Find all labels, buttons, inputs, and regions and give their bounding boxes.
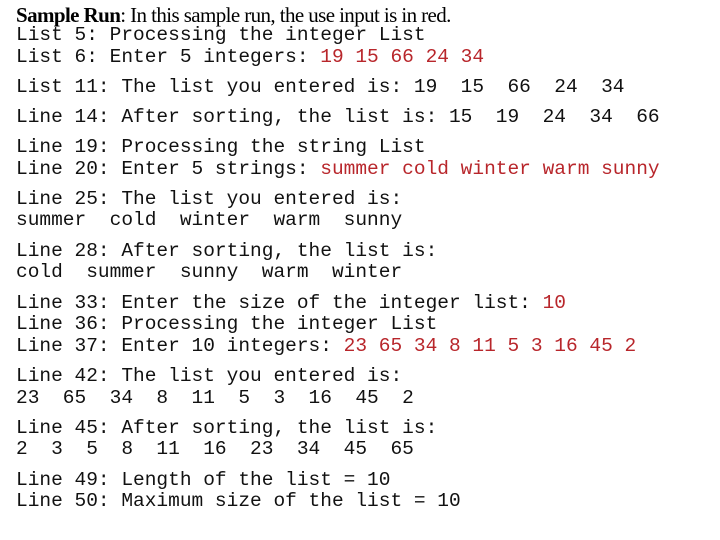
- output-line: Line 50: Maximum size of the list = 10: [16, 490, 461, 512]
- output-line: Line 25: The list you entered is:: [16, 188, 402, 210]
- output-text: List 11: The list you entered is: 19 15 …: [16, 76, 625, 98]
- output-line: Line 33: Enter the size of the integer l…: [16, 292, 566, 314]
- output-line: 2 3 5 8 11 16 23 34 45 65: [16, 438, 414, 460]
- output-text: Line 28: After sorting, the list is:: [16, 240, 438, 262]
- output-line: Line 45: After sorting, the list is:: [16, 417, 437, 439]
- output-line: Line 14: After sorting, the list is: 15 …: [16, 106, 660, 128]
- output-line: Line 19: Processing the string List: [16, 136, 426, 158]
- user-input: 23 65 34 8 11 5 3 16 45 2: [343, 335, 637, 357]
- output-text: summer cold winter warm sunny: [16, 209, 403, 231]
- output-line: Line 42: The list you entered is:: [16, 365, 402, 387]
- output-text: Line 33: Enter the size of the integer l…: [16, 292, 543, 314]
- output-line: Line 36: Processing the integer List: [16, 313, 437, 335]
- output-text: cold summer sunny warm winter: [16, 261, 403, 283]
- output-line: summer cold winter warm sunny: [16, 209, 402, 231]
- user-input: 19 15 66 24 34: [320, 46, 485, 68]
- output-text: Line 20: Enter 5 strings:: [16, 158, 321, 180]
- output-line: Line 49: Length of the list = 10: [16, 469, 390, 491]
- output-text: Line 37: Enter 10 integers:: [16, 335, 344, 357]
- output-text: Line 45: After sorting, the list is:: [16, 417, 438, 439]
- output-text: Line 49: Length of the list = 10: [16, 469, 391, 491]
- output-text: Line 36: Processing the integer List: [16, 313, 438, 335]
- output-text: 23 65 34 8 11 5 3 16 45 2: [16, 387, 414, 409]
- output-line: Line 28: After sorting, the list is:: [16, 240, 437, 262]
- output-text: List 5: Processing the integer List: [16, 24, 426, 46]
- output-line: List 5: Processing the integer List: [16, 24, 426, 46]
- output-text: Line 25: The list you entered is:: [16, 188, 403, 210]
- user-input: summer cold winter warm sunny: [320, 158, 660, 180]
- output-text: 2 3 5 8 11 16 23 34 45 65: [16, 438, 414, 460]
- output-line: 23 65 34 8 11 5 3 16 45 2: [16, 387, 414, 409]
- user-input: 10: [542, 292, 566, 314]
- output-text: Line 42: The list you entered is:: [16, 365, 403, 387]
- output-line: Line 20: Enter 5 strings: summer cold wi…: [16, 158, 660, 180]
- output-line: Line 37: Enter 10 integers: 23 65 34 8 1…: [16, 335, 636, 357]
- output-line: List 11: The list you entered is: 19 15 …: [16, 76, 625, 98]
- output-text: Line 19: Processing the string List: [16, 136, 426, 158]
- output-text: Line 14: After sorting, the list is: 15 …: [16, 106, 660, 128]
- output-text: Line 50: Maximum size of the list = 10: [16, 490, 461, 512]
- output-line: List 6: Enter 5 integers: 19 15 66 24 34: [16, 46, 484, 68]
- output-line: cold summer sunny warm winter: [16, 261, 402, 283]
- output-text: List 6: Enter 5 integers:: [16, 46, 321, 68]
